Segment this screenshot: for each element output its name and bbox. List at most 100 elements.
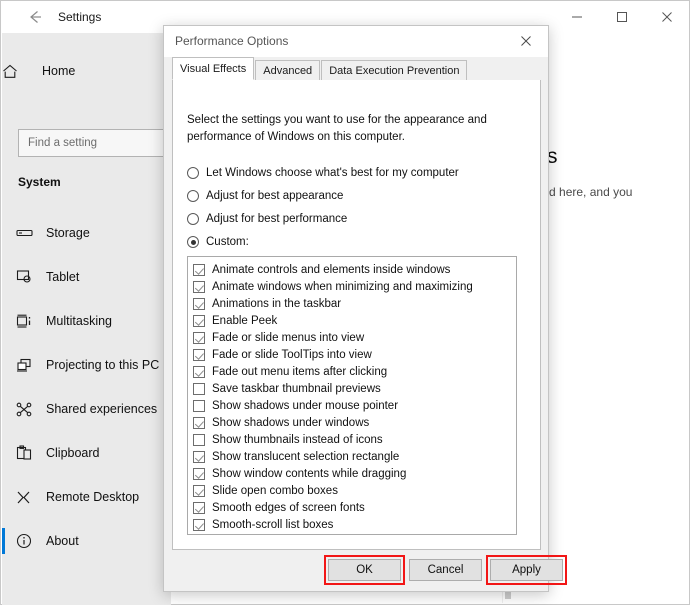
- checkbox-row[interactable]: Show shadows under mouse pointer: [193, 397, 516, 414]
- checkbox-row[interactable]: Smooth-scroll list boxes: [193, 516, 516, 533]
- checkbox-row[interactable]: Fade out menu items after clicking: [193, 363, 516, 380]
- checkbox-icon[interactable]: [193, 518, 205, 531]
- sidebar-item-label: Storage: [46, 226, 90, 240]
- checkbox-row[interactable]: Animations in the taskbar: [193, 295, 516, 312]
- radio-let-windows-choose[interactable]: Let Windows choose what's best for my co…: [187, 162, 459, 184]
- close-icon[interactable]: [504, 26, 548, 56]
- selection-indicator: [2, 484, 5, 510]
- ok-button[interactable]: OK: [328, 559, 401, 581]
- shared-icon: [2, 402, 46, 417]
- checkbox-label: Animate windows when minimizing and maxi…: [212, 280, 473, 293]
- checkbox-row[interactable]: Enable Peek: [193, 312, 516, 329]
- selection-indicator: [2, 396, 5, 422]
- checkbox-label: Fade out menu items after clicking: [212, 365, 388, 378]
- sidebar-item-label: Projecting to this PC: [46, 358, 160, 372]
- checkbox-row[interactable]: Fade or slide menus into view: [193, 329, 516, 346]
- selection-indicator: [2, 352, 5, 378]
- checkbox-row[interactable]: Fade or slide ToolTips into view: [193, 346, 516, 363]
- checkbox-icon[interactable]: [193, 450, 205, 463]
- multitasking-icon: [2, 314, 46, 329]
- sidebar-item-storage[interactable]: Storage: [2, 211, 171, 255]
- checkbox-icon[interactable]: [193, 467, 205, 480]
- checkbox-icon[interactable]: [193, 297, 205, 310]
- checkbox-icon[interactable]: [193, 484, 205, 497]
- checkbox-icon[interactable]: [193, 348, 205, 361]
- checkbox-label: Save taskbar thumbnail previews: [212, 382, 381, 395]
- clipboard-icon: [2, 445, 46, 461]
- visual-effects-panel: Select the settings you want to use for …: [172, 80, 541, 550]
- panel-description: Select the settings you want to use for …: [187, 114, 487, 143]
- radio-mark-icon: [187, 213, 199, 225]
- dialog-title: Performance Options: [175, 34, 289, 48]
- checkbox-row[interactable]: Show shadows under windows: [193, 414, 516, 431]
- selection-indicator: [2, 220, 5, 246]
- checkbox-row[interactable]: Use drop shadows for icon labels on the …: [193, 533, 516, 534]
- visual-effects-listbox[interactable]: Animate controls and elements inside win…: [187, 256, 517, 535]
- sidebar-item-remote-desktop[interactable]: Remote Desktop: [2, 475, 171, 519]
- performance-options-dialog: Performance Options Visual Effects Advan…: [163, 25, 567, 592]
- home-icon: [2, 64, 42, 79]
- remote-desktop-icon: [2, 490, 46, 505]
- checkbox-label: Enable Peek: [212, 314, 278, 327]
- selection-indicator: [2, 528, 5, 554]
- maximize-button[interactable]: [599, 1, 644, 32]
- checkbox-icon[interactable]: [193, 314, 205, 327]
- checkbox-label: Animations in the taskbar: [212, 297, 342, 310]
- checkbox-icon[interactable]: [193, 331, 205, 344]
- checkbox-row[interactable]: Animate controls and elements inside win…: [193, 261, 516, 278]
- tab-advanced[interactable]: Advanced: [255, 60, 321, 80]
- radio-label: Let Windows choose what's best for my co…: [206, 167, 459, 179]
- selection-indicator: [2, 440, 5, 466]
- checkbox-row[interactable]: Show thumbnails instead of icons: [193, 431, 516, 448]
- back-arrow-icon[interactable]: [25, 7, 47, 27]
- checkbox-icon[interactable]: [193, 263, 205, 276]
- checkbox-row[interactable]: Show translucent selection rectangle: [193, 448, 516, 465]
- tab-visual-effects[interactable]: Visual Effects: [172, 57, 255, 80]
- sidebar-item-projecting-to-this-pc[interactable]: Projecting to this PC: [2, 343, 171, 387]
- sidebar-item-label: Shared experiences: [46, 402, 158, 416]
- sidebar-item-tablet[interactable]: Tablet: [2, 255, 171, 299]
- sidebar-item-label: About: [46, 534, 79, 548]
- checkbox-icon[interactable]: [193, 365, 205, 378]
- close-button[interactable]: [644, 1, 689, 32]
- performance-mode-radio-group: Let Windows choose what's best for my co…: [187, 162, 459, 254]
- checkbox-label: Smooth edges of screen fonts: [212, 501, 365, 514]
- checkbox-row[interactable]: Show window contents while dragging: [193, 465, 516, 482]
- checkbox-icon[interactable]: [193, 501, 205, 514]
- checkbox-row[interactable]: Animate windows when minimizing and maxi…: [193, 278, 516, 295]
- radio-label: Adjust for best appearance: [206, 190, 344, 202]
- sidebar-item-shared-experiences[interactable]: Shared experiences: [2, 387, 171, 431]
- tab-data-execution-prevention[interactable]: Data Execution Prevention: [321, 60, 468, 80]
- checkbox-icon[interactable]: [193, 433, 205, 446]
- dialog-footer: OK Cancel Apply: [164, 550, 567, 591]
- window-controls: [554, 1, 689, 32]
- checkbox-icon[interactable]: [193, 280, 205, 293]
- apply-button[interactable]: Apply: [490, 559, 563, 581]
- sidebar-item-clipboard[interactable]: Clipboard: [2, 431, 171, 475]
- radio-mark-icon: [187, 167, 199, 179]
- radio-label: Custom:: [206, 236, 249, 248]
- checkbox-label: Animate controls and elements inside win…: [212, 263, 451, 276]
- checkbox-icon[interactable]: [193, 382, 205, 395]
- checkbox-icon[interactable]: [193, 399, 205, 412]
- checkbox-label: Fade or slide menus into view: [212, 331, 365, 344]
- sidebar-item-home[interactable]: Home: [2, 55, 171, 87]
- search-input[interactable]: Find a setting: [18, 129, 178, 157]
- radio-custom[interactable]: Custom:: [187, 231, 459, 253]
- dialog-titlebar: Performance Options: [164, 26, 548, 57]
- checkbox-label: Show window contents while dragging: [212, 467, 407, 480]
- checkbox-icon[interactable]: [193, 416, 205, 429]
- sidebar-item-about[interactable]: About: [2, 519, 171, 563]
- checkbox-label: Smooth-scroll list boxes: [212, 518, 334, 531]
- radio-adjust-for-best-performance[interactable]: Adjust for best performance: [187, 208, 459, 230]
- radio-label: Adjust for best performance: [206, 213, 348, 225]
- checkbox-row[interactable]: Slide open combo boxes: [193, 482, 516, 499]
- sidebar-item-multitasking[interactable]: Multitasking: [2, 299, 171, 343]
- checkbox-row[interactable]: Smooth edges of screen fonts: [193, 499, 516, 516]
- minimize-button[interactable]: [554, 1, 599, 32]
- checkbox-row[interactable]: Save taskbar thumbnail previews: [193, 380, 516, 397]
- sidebar: Home Find a setting System Storage Table…: [2, 33, 178, 605]
- radio-adjust-for-best-appearance[interactable]: Adjust for best appearance: [187, 185, 459, 207]
- cancel-button[interactable]: Cancel: [409, 559, 482, 581]
- tablet-icon: [2, 269, 46, 285]
